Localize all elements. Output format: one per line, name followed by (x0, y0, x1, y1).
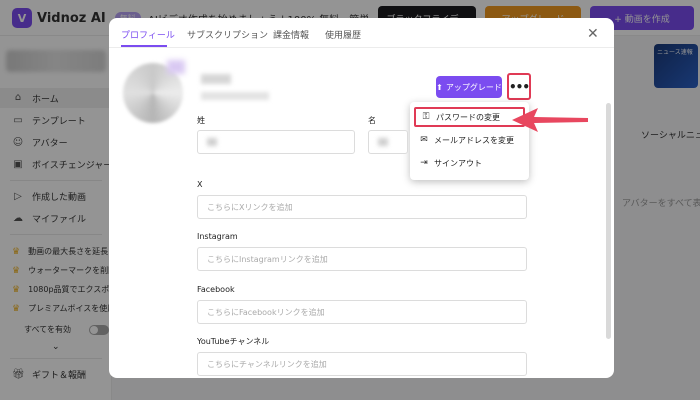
modal-tabs: プロフィール サブスクリプション 課金情報 使用履歴 (109, 18, 614, 48)
tab-subscription[interactable]: サブスクリプション (187, 28, 268, 41)
facebook-label: Facebook (197, 285, 235, 294)
instagram-link-input[interactable]: こちらにInstagramリンクを追加 (197, 247, 527, 271)
upgrade-arrow-icon: ⬆ (436, 82, 443, 92)
last-name-field[interactable] (197, 130, 355, 154)
facebook-link-input[interactable]: こちらにFacebookリンクを追加 (197, 300, 527, 324)
tab-billing[interactable]: 課金情報 (273, 28, 309, 41)
instagram-label: Instagram (197, 232, 238, 241)
menu-item-change-password[interactable]: ⚿ パスワードの変更 (414, 107, 525, 127)
menu-item-change-email[interactable]: ✉ メールアドレスを変更 (414, 130, 525, 150)
tab-usage-history[interactable]: 使用履歴 (325, 28, 361, 41)
menu-item-label: サインアウト (434, 158, 482, 168)
x-link-input[interactable]: こちらにXリンクを追加 (197, 195, 527, 219)
tab-profile[interactable]: プロフィール (121, 28, 175, 41)
key-icon: ⚿ (422, 112, 430, 122)
user-name (201, 74, 231, 84)
last-name-label: 姓 (197, 116, 205, 125)
upgrade-label: アップグレード (445, 82, 502, 92)
tab-active-indicator (121, 45, 167, 47)
upgrade-button[interactable]: ⬆ アップグレード (436, 76, 502, 98)
mail-icon: ✉ (420, 135, 428, 145)
first-name-value (378, 138, 388, 146)
youtube-link-input[interactable]: こちらにチャンネルリンクを追加 (197, 352, 527, 376)
profile-modal: プロフィール サブスクリプション 課金情報 使用履歴 ✕ ⬆ アップグレード •… (109, 18, 614, 378)
x-label: X (197, 180, 203, 189)
close-icon[interactable]: ✕ (587, 26, 599, 42)
modal-scrollbar[interactable] (606, 103, 611, 339)
youtube-label: YouTubeチャンネル (197, 337, 270, 346)
avatar-edit-overlay (167, 60, 185, 74)
menu-item-label: パスワードの変更 (436, 112, 500, 122)
first-name-field[interactable] (368, 130, 408, 154)
user-email (201, 92, 269, 100)
menu-item-sign-out[interactable]: ⇥ サインアウト (414, 153, 525, 173)
more-options-button[interactable]: ••• (507, 73, 531, 100)
annotation-arrow-icon (512, 108, 588, 132)
first-name-label: 名 (368, 116, 376, 125)
last-name-value (207, 138, 217, 146)
signout-icon: ⇥ (420, 158, 428, 168)
menu-item-label: メールアドレスを変更 (434, 135, 514, 145)
